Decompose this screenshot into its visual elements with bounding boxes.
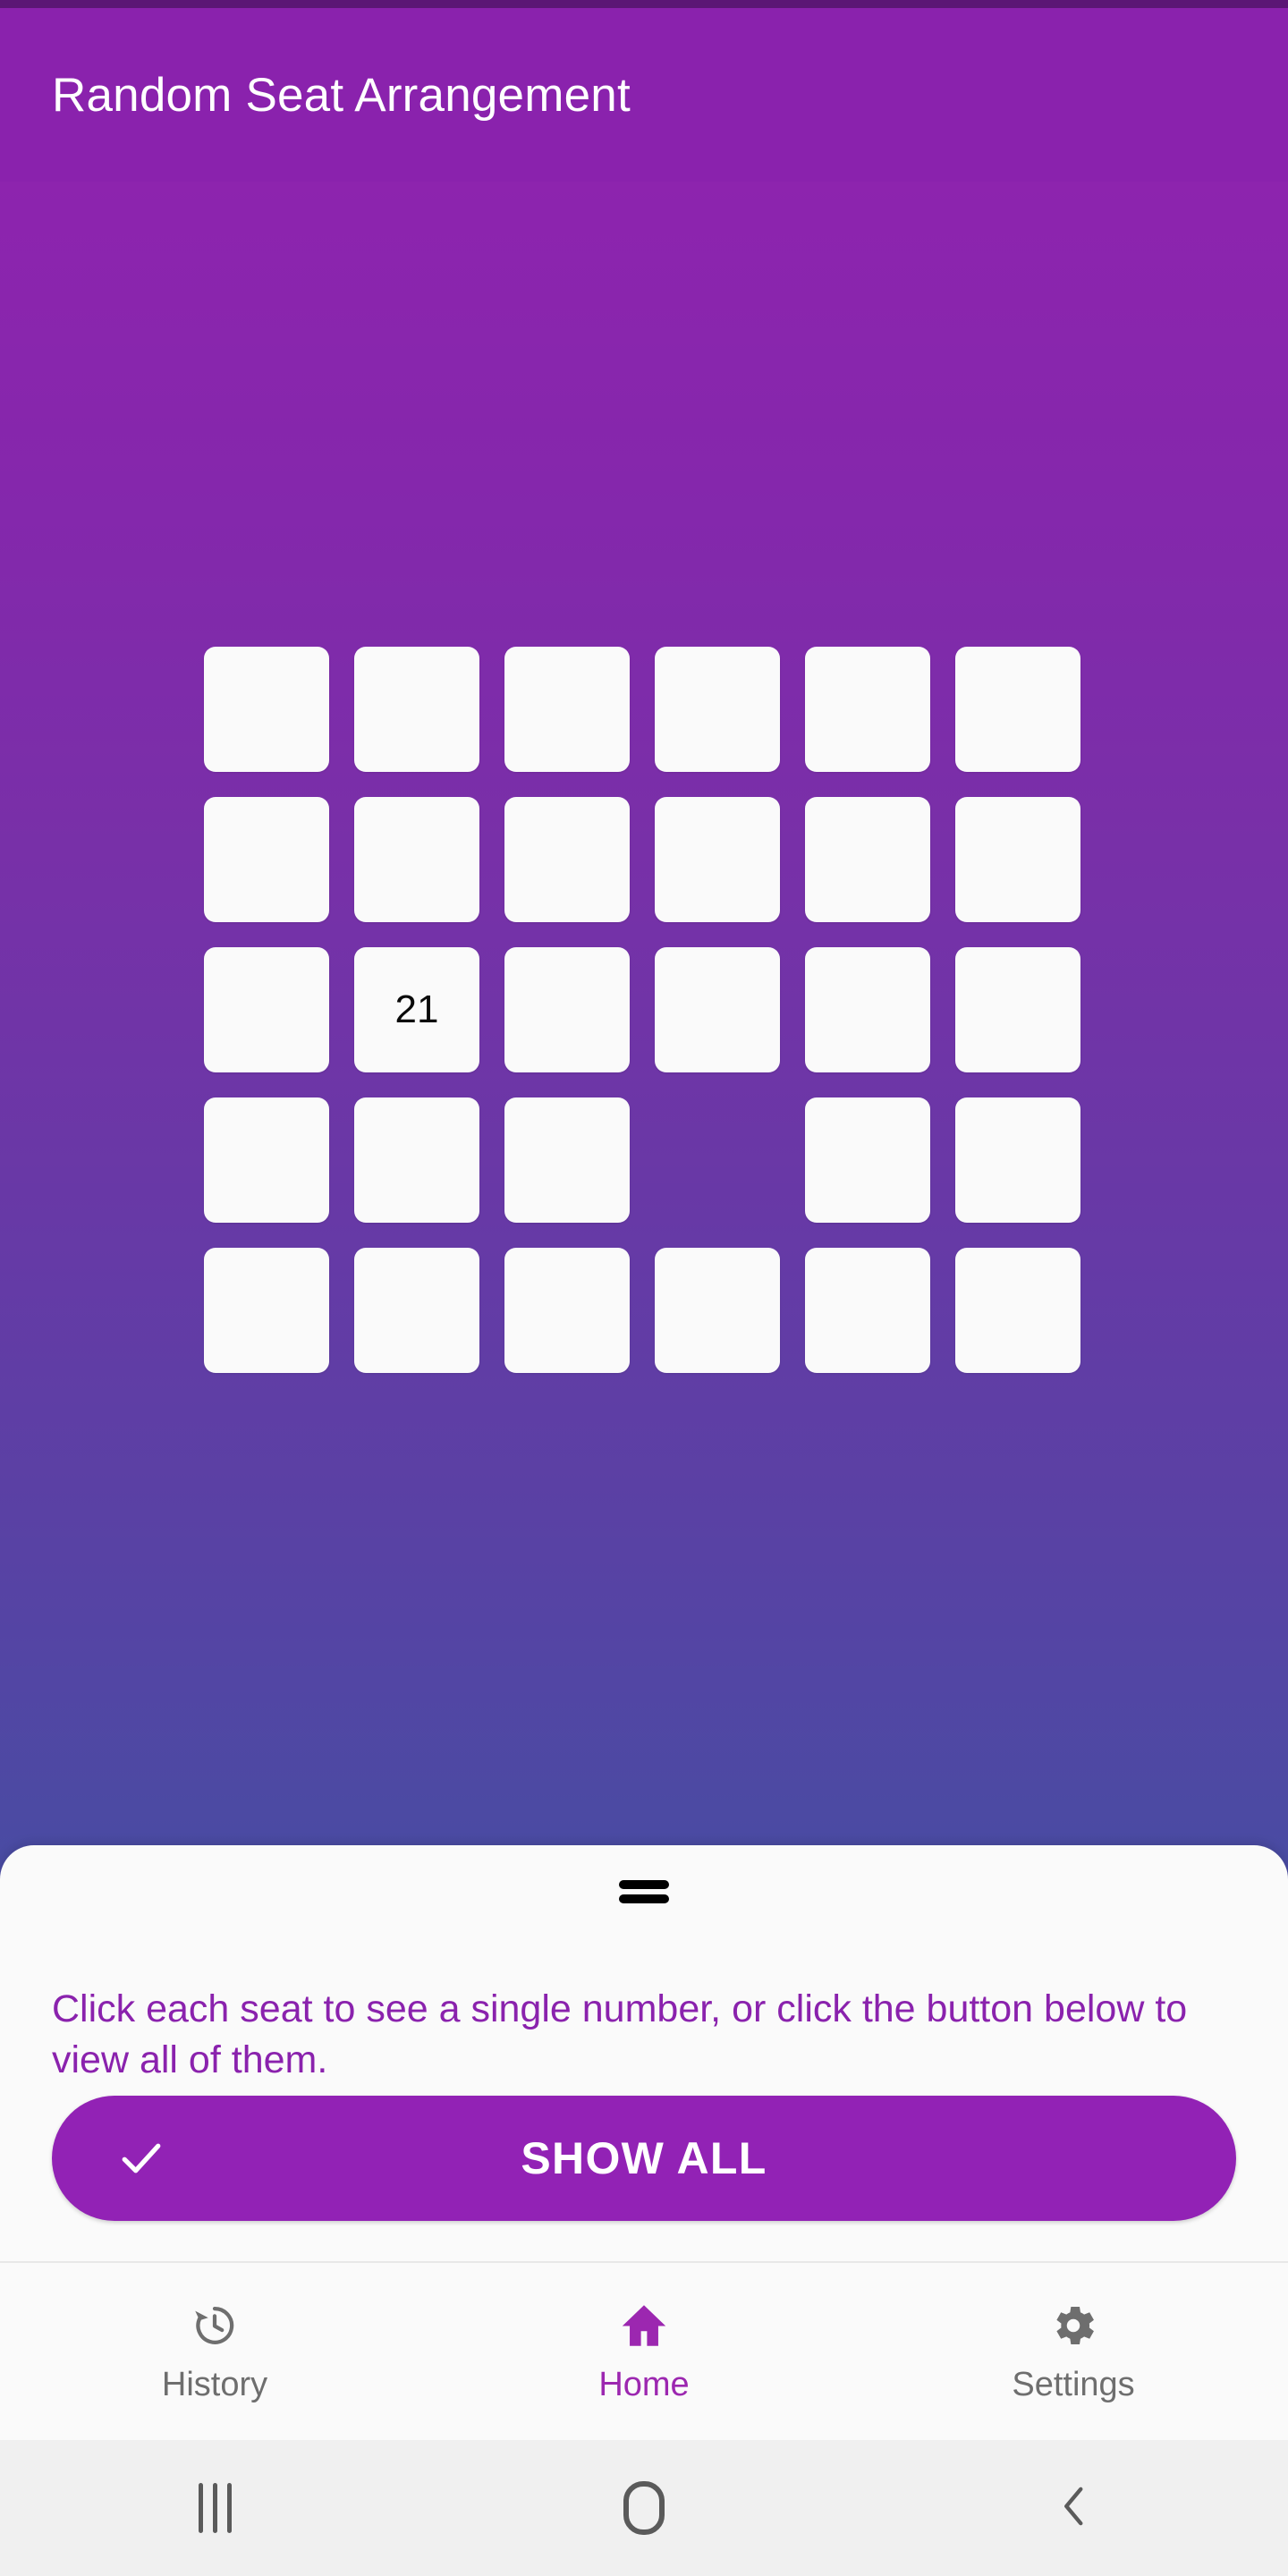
system-home-button[interactable] [429,2481,859,2535]
check-icon [114,2131,168,2185]
seat-cell[interactable] [504,947,630,1072]
seat-cell[interactable] [955,647,1080,772]
drag-handle-bar-top [619,1880,669,1889]
recents-bar-1 [198,2483,203,2533]
seat-cell[interactable] [354,1248,479,1373]
seat-cell[interactable] [204,1248,329,1373]
back-button[interactable] [859,2479,1288,2538]
bottom-navigation: History Home Settings [0,2261,1288,2440]
nav-label-home: Home [598,2365,690,2403]
nav-item-home[interactable]: Home [429,2263,859,2440]
nav-label-history: History [161,2365,268,2403]
nav-item-settings[interactable]: Settings [859,2263,1288,2440]
seat-cell[interactable]: 21 [354,947,479,1072]
seat-cell[interactable] [955,947,1080,1072]
seat-cell[interactable] [955,797,1080,922]
seat-cell[interactable] [204,647,329,772]
recents-button[interactable] [0,2483,429,2533]
app-screen: Random Seat Arrangement 21 Click each se… [0,0,1288,2576]
seat-cell[interactable] [805,1248,930,1373]
seat-cell[interactable] [504,1248,630,1373]
seat-cell[interactable] [504,647,630,772]
seat-grid: 21 [204,647,1080,1373]
nav-label-settings: Settings [1012,2365,1135,2403]
home-icon [618,2300,670,2351]
seat-cell[interactable] [655,1248,780,1373]
seat-cell[interactable] [204,1097,329,1223]
instruction-text: Click each seat to see a single number, … [52,1987,1188,2081]
status-bar [0,0,1288,8]
recents-bar-3 [226,2483,232,2533]
seat-cell[interactable] [354,797,479,922]
seat-cell[interactable] [805,647,930,772]
seat-cell[interactable] [805,797,930,922]
seat-cell[interactable] [354,1097,479,1223]
seat-cell[interactable] [955,1248,1080,1373]
system-home-icon [623,2481,665,2535]
seat-cell[interactable] [655,947,780,1072]
recents-icon [198,2483,232,2533]
system-navigation-bar [0,2440,1288,2576]
seat-cell[interactable] [204,797,329,922]
seat-cell[interactable] [204,947,329,1072]
page-title: Random Seat Arrangement [52,68,631,122]
seat-cell[interactable] [504,1097,630,1223]
drag-handle-bar-bottom [619,1894,669,1903]
nav-item-history[interactable]: History [0,2263,429,2440]
seat-cell[interactable] [805,947,930,1072]
recents-bar-2 [212,2483,217,2533]
drag-handle-icon[interactable] [619,1880,669,1903]
seat-cell[interactable] [955,1097,1080,1223]
show-all-label: SHOW ALL [521,2133,767,2183]
seat-cell[interactable] [655,647,780,772]
seat-cell[interactable] [655,797,780,922]
gear-icon [1047,2300,1099,2351]
history-clock-icon [189,2300,241,2351]
show-all-button[interactable]: SHOW ALL [52,2096,1236,2221]
back-chevron-icon [1046,2479,1101,2538]
seat-cell[interactable] [805,1097,930,1223]
seat-cell[interactable] [354,647,479,772]
seat-cell[interactable] [504,797,630,922]
app-bar: Random Seat Arrangement [0,8,1288,182]
seat-gap [655,1097,780,1223]
